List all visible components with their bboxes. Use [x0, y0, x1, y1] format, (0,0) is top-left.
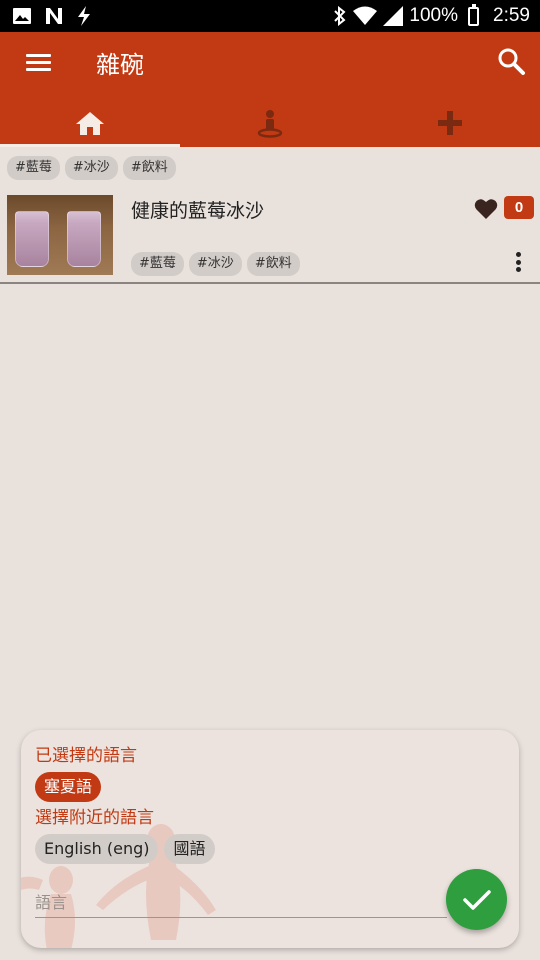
recipe-tags: #藍莓 #冰沙 #飲料: [131, 252, 300, 276]
status-bar-right: 100% 2:59: [333, 3, 530, 27]
image-icon: [13, 8, 31, 24]
app-title: 雜碗: [96, 51, 144, 79]
filter-chip[interactable]: #冰沙: [64, 156, 118, 180]
divider: [0, 282, 540, 284]
language-panel: 已選擇的語言 塞夏語 選擇附近的語言 English (eng) 國語: [21, 730, 519, 948]
selected-language-chip[interactable]: 塞夏語: [35, 772, 102, 802]
search-icon: [498, 48, 525, 75]
more-options-button[interactable]: [510, 250, 526, 274]
status-bar-left: [12, 6, 92, 26]
flash-icon: [78, 6, 90, 26]
menu-button[interactable]: [26, 50, 58, 78]
check-icon: [462, 889, 491, 910]
search-button[interactable]: [496, 46, 526, 76]
battery-percent: 100%: [409, 5, 459, 26]
status-time: 2:59: [493, 5, 530, 26]
tab-home[interactable]: [0, 98, 180, 147]
filter-chip[interactable]: #藍莓: [7, 156, 60, 180]
recipe-thumbnail[interactable]: [7, 195, 113, 275]
like-count-badge: 0: [504, 196, 534, 219]
nearby-language-chips: English (eng) 國語: [35, 834, 215, 864]
smoothie-cup: [67, 211, 101, 267]
battery-icon: [468, 3, 480, 26]
confirm-button[interactable]: [446, 869, 507, 930]
filter-chips: #藍莓 #冰沙 #飲料: [7, 156, 176, 180]
status-bar: 100% 2:59: [0, 0, 540, 32]
nearby-language-chip[interactable]: 國語: [164, 834, 215, 864]
tab-add[interactable]: [360, 98, 540, 147]
tab-bar: [0, 98, 540, 147]
recipe-title[interactable]: 健康的藍莓冰沙: [131, 198, 264, 224]
bluetooth-icon: [334, 6, 346, 26]
n-notification-icon: [46, 8, 62, 24]
recipe-tag[interactable]: #藍莓: [131, 252, 184, 276]
filter-chip[interactable]: #飲料: [122, 156, 176, 180]
recipe-tag[interactable]: #飲料: [246, 252, 300, 276]
language-input[interactable]: [35, 888, 447, 918]
nearby-language-label: 選擇附近的語言: [35, 808, 154, 828]
app-bar: 雜碗: [0, 32, 540, 147]
wifi-icon: [353, 6, 378, 25]
more-vert-icon: [515, 252, 521, 257]
recipe-tag[interactable]: #冰沙: [188, 252, 242, 276]
smoothie-cup: [15, 211, 49, 267]
heart-icon[interactable]: [474, 198, 498, 220]
nearby-language-chip[interactable]: English (eng): [35, 834, 159, 864]
selected-language-label: 已選擇的語言: [35, 746, 137, 766]
add-icon: [438, 110, 462, 135]
person-icon: [257, 109, 283, 138]
recipe-card[interactable]: 健康的藍莓冰沙 0 #藍莓 #冰沙 #飲料: [0, 188, 540, 284]
home-icon: [76, 111, 104, 135]
menu-icon: [26, 54, 51, 57]
tab-profile[interactable]: [180, 98, 360, 147]
signal-icon: [383, 6, 404, 26]
